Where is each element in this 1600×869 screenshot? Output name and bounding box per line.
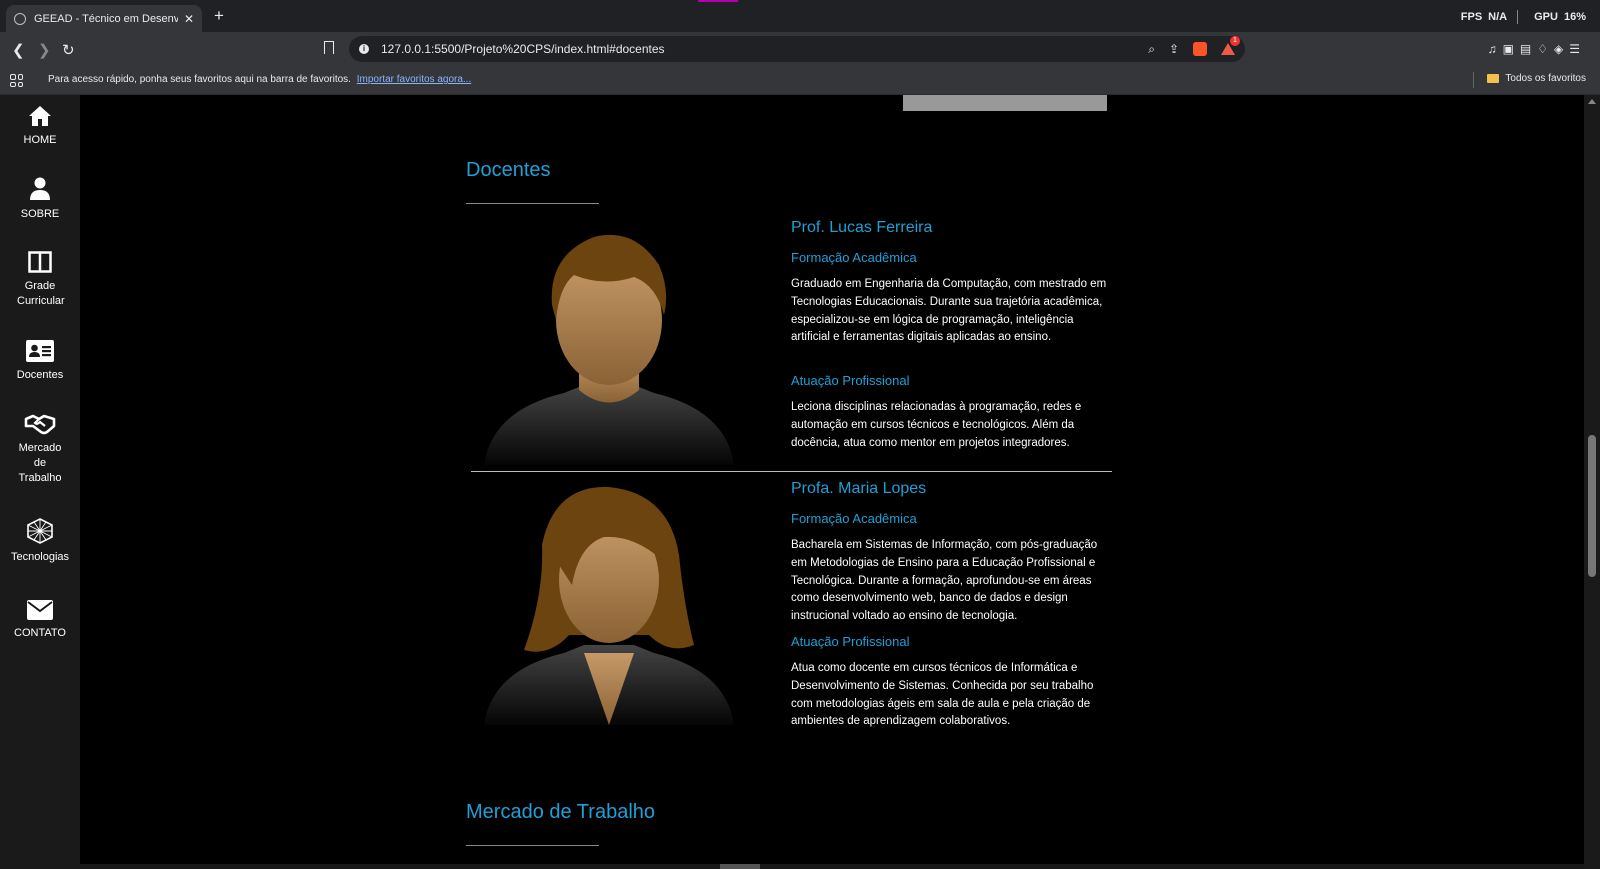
fps-label: FPS [1460,11,1483,23]
zoom-icon[interactable]: ⌕ [1148,42,1155,57]
globe-icon [14,12,26,25]
sidebar-item-label: Mercado de Trabalho [18,442,62,484]
gpu-label: GPU [1534,11,1558,23]
work-text: Leciona disciplinas relacionadas à progr… [791,401,1082,449]
home-icon [29,106,51,126]
sidebar: HOME SOBRE Grade Curricular Docentes Mer… [0,95,80,869]
bookmarks-bar: Para acesso rápido, ponha seus favoritos… [0,66,1600,95]
browser-tab[interactable]: GEEAD - Técnico em Desenvolvim ✕ [6,5,202,32]
work-text: Atua como docente em cursos técnicos de … [791,662,1094,728]
import-bookmarks-link[interactable]: Importar favoritos agora... [357,74,472,85]
id-card-icon [26,340,54,362]
work-heading: Atuação Profissional [791,634,910,649]
professor-name: Prof. Lucas Ferreira [791,219,933,236]
all-bookmarks-button[interactable]: Todos os favoritos [1487,73,1586,84]
previous-section-button[interactable] [903,95,1107,111]
network-icon [27,518,53,544]
new-tab-button[interactable]: + [214,6,224,26]
sidebar-item-sobre[interactable]: SOBRE [0,177,80,222]
stats-divider [1517,10,1519,24]
sidebar-item-label: CONTATO [14,627,66,639]
section-title-docentes: Docentes [466,159,551,181]
sidebar-item-contato[interactable]: CONTATO [0,600,80,641]
sidebar-item-docentes[interactable]: Docentes [0,340,80,383]
gpu-value: 16% [1563,11,1586,23]
formation-heading: Formação Acadêmica [791,250,917,265]
professor-divider [471,471,1112,472]
handshake-icon [24,414,56,435]
brave-rewards-icon[interactable]: 1 [1221,36,1240,55]
sidebar-item-label: Tecnologias [10,551,70,563]
extension-icons[interactable]: ♫▣▤♢◈☰ [1488,42,1586,56]
close-tab-icon[interactable]: ✕ [184,12,194,26]
scrollbar-thumb[interactable] [1588,435,1596,577]
section-underline [466,203,599,204]
url-text[interactable]: 127.0.0.1:5500/Projeto%20CPS/index.html#… [381,42,1134,56]
sidebar-item-tecnologias[interactable]: Tecnologias [0,518,80,565]
bookmarks-hint-text: Para acesso rápido, ponha seus favoritos… [48,74,351,85]
all-bookmarks-label: Todos os favoritos [1505,73,1586,84]
work-heading: Atuação Profissional [791,373,910,388]
sidebar-item-home[interactable]: HOME [0,105,80,148]
section-title-mercado: Mercado de Trabalho [466,801,656,823]
formation-text: Bacharela em Sistemas de Informação, com… [791,539,1098,623]
sidebar-item-label: HOME [23,134,57,146]
tab-title: GEEAD - Técnico em Desenvolvim [34,12,178,25]
brave-shields-icon[interactable] [1193,42,1207,56]
professor-avatar-female [484,486,734,725]
sidebar-item-label: Docentes [16,369,64,381]
tab-group-indicator [698,0,738,2]
sidebar-item-mercado-de-trabalho[interactable]: Mercado de Trabalho [0,413,80,486]
bookmarks-hint: Para acesso rápido, ponha seus favoritos… [48,74,471,85]
professor-name: Profa. Maria Lopes [791,480,927,497]
horizontal-scrollbar-thumb[interactable] [720,864,760,869]
sidebar-item-grade-curricular[interactable]: Grade Curricular [0,251,80,309]
columns-icon [28,251,52,273]
envelope-icon [27,600,53,620]
user-icon [30,177,50,200]
share-icon[interactable]: ⇪ [1169,42,1179,56]
site-info-icon[interactable]: i [359,44,369,54]
bookmarks-divider [1473,72,1474,88]
section-underline [466,845,599,846]
back-icon[interactable]: ❮ [12,41,25,59]
reload-icon[interactable]: ↻ [62,41,75,59]
sidebar-item-label: Grade Curricular [17,280,65,307]
rewards-badge: 1 [1230,36,1240,46]
browser-toolbar: ❮ ❯ ↻ i 127.0.0.1:5500/Projeto%20CPS/ind… [0,32,1600,66]
formation-text: Graduado em Engenharia da Computação, co… [791,278,1107,344]
formation-heading: Formação Acadêmica [791,511,917,526]
sidebar-item-label: SOBRE [20,208,60,220]
apps-grid-icon[interactable] [10,74,23,87]
folder-icon [1487,74,1500,83]
performance-overlay: FPS N/A GPU 16% [1455,10,1586,24]
professor-avatar-male [484,234,734,465]
fps-value: N/A [1488,11,1508,23]
browser-tabbar: GEEAD - Técnico em Desenvolvim ✕ + FPS N… [0,0,1600,32]
forward-icon[interactable]: ❯ [38,41,51,59]
vertical-scrollbar[interactable] [1584,95,1600,869]
page-viewport: HOME SOBRE Grade Curricular Docentes Mer… [0,95,1600,869]
scroll-up-icon[interactable] [1588,99,1596,104]
horizontal-scroll-track [80,864,1584,869]
bookmark-icon[interactable] [324,41,334,54]
address-bar[interactable]: i 127.0.0.1:5500/Projeto%20CPS/index.htm… [349,36,1245,62]
